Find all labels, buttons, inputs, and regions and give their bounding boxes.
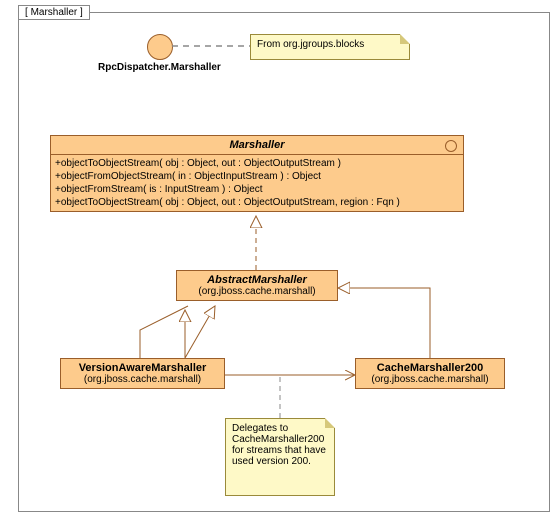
- operation: +objectToObjectStream( obj : Object, out…: [55, 157, 459, 170]
- class-version-aware-marshaller: VersionAwareMarshaller (org.jboss.cache.…: [60, 358, 225, 389]
- frame-title-tab: [ Marshaller ]: [18, 5, 90, 20]
- class-marshaller-body: +objectToObjectStream( obj : Object, out…: [51, 155, 463, 211]
- note-origin-text: From org.jgroups.blocks: [257, 39, 364, 50]
- class-abstract-marshaller-title: AbstractMarshaller: [177, 271, 337, 286]
- class-version-aware-title: VersionAwareMarshaller: [61, 359, 224, 374]
- frame-title-text: Marshaller: [31, 7, 78, 18]
- class-cache-200-title: CacheMarshaller200: [356, 359, 504, 374]
- operation: +objectFromStream( is : InputStream ) : …: [55, 183, 459, 196]
- note-delegation: Delegates to CacheMarshaller200 for stre…: [225, 418, 335, 496]
- note-origin: From org.jgroups.blocks: [250, 34, 410, 60]
- class-abstract-marshaller: AbstractMarshaller (org.jboss.cache.mars…: [176, 270, 338, 301]
- note-delegation-text: Delegates to CacheMarshaller200 for stre…: [232, 423, 326, 467]
- interface-lollipop-icon: [147, 34, 173, 60]
- class-abstract-marshaller-pkg: (org.jboss.cache.marshall): [177, 286, 337, 300]
- operation: +objectToObjectStream( obj : Object, out…: [55, 196, 459, 209]
- interface-lollipop-label: RpcDispatcher.Marshaller: [98, 62, 221, 73]
- class-version-aware-pkg: (org.jboss.cache.marshall): [61, 374, 224, 388]
- class-marshaller-title: Marshaller: [51, 136, 463, 155]
- class-cache-200-pkg: (org.jboss.cache.marshall): [356, 374, 504, 388]
- operation: +objectFromObjectStream( in : ObjectInpu…: [55, 170, 459, 183]
- class-marshaller: Marshaller +objectToObjectStream( obj : …: [50, 135, 464, 212]
- class-marshaller-name: Marshaller: [229, 139, 284, 151]
- class-cache-marshaller-200: CacheMarshaller200 (org.jboss.cache.mars…: [355, 358, 505, 389]
- interface-marker-icon: [445, 140, 457, 152]
